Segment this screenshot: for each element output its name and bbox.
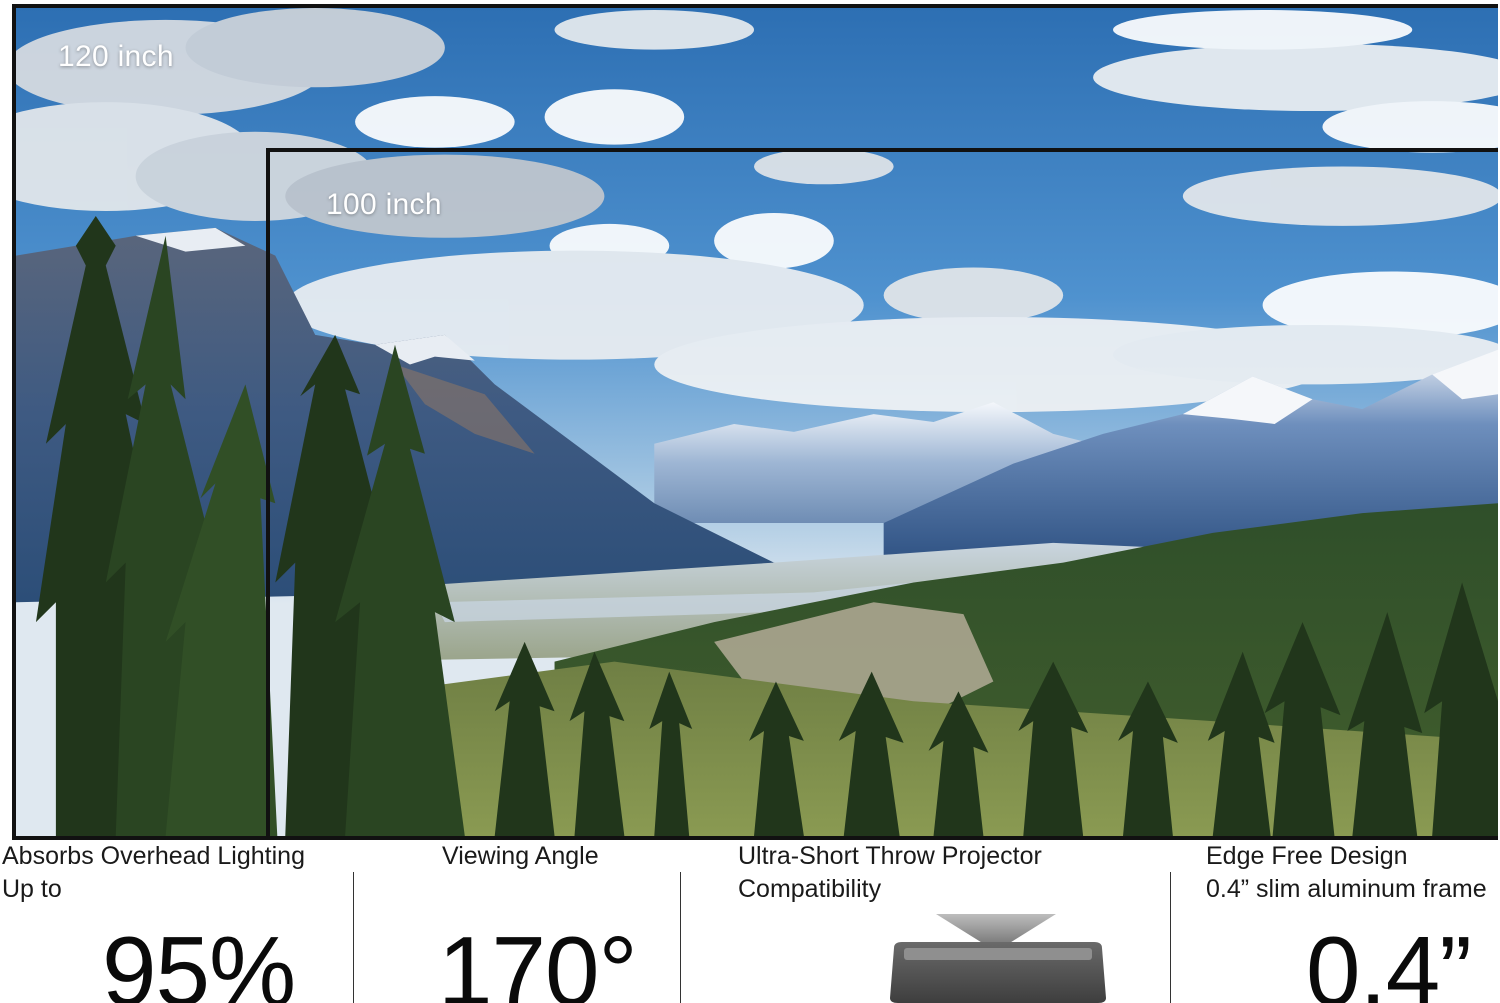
screen-size-120-label: 120 inch (58, 40, 174, 73)
feature-value: 170° (438, 916, 638, 1003)
feature-divider (353, 872, 354, 1003)
feature-divider (1170, 872, 1171, 1003)
feature-strip: Absorbs Overhead Lighting Up to 95% View… (0, 840, 1500, 1003)
landscape-photo: 120 inch 100 inch (12, 4, 1498, 840)
feature-value: 95% (102, 916, 296, 1003)
feature-subheading: Up to (2, 875, 62, 903)
projector-icon (890, 914, 1106, 1003)
feature-ust-compatibility: Ultra-Short Throw Projector Compatibilit… (738, 840, 1158, 1003)
screen-100-outline: 100 inch (266, 148, 1498, 836)
screen-size-100-label: 100 inch (326, 188, 442, 221)
feature-heading: Viewing Angle (442, 842, 599, 870)
feature-heading: Absorbs Overhead Lighting (2, 842, 305, 870)
feature-viewing-angle: Viewing Angle 170° (438, 840, 672, 1003)
feature-divider (680, 872, 681, 1003)
feature-heading: Ultra-Short Throw Projector (738, 842, 1042, 870)
feature-value: 0.4” (1306, 916, 1472, 1003)
feature-edge-free-design: Edge Free Design 0.4” slim aluminum fram… (1206, 840, 1500, 1003)
feature-heading: Edge Free Design (1206, 842, 1408, 870)
feature-overhead-lighting: Absorbs Overhead Lighting Up to 95% (2, 840, 347, 1003)
feature-subheading: Compatibility (738, 875, 882, 903)
feature-subheading: 0.4” slim aluminum frame (1206, 875, 1487, 903)
